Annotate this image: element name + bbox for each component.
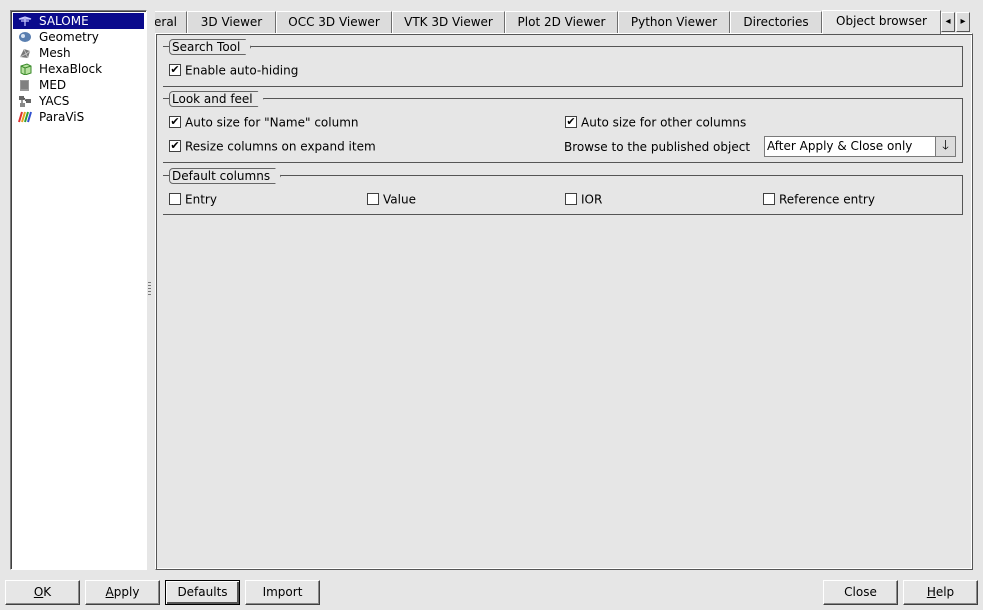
defaults-button[interactable]: Defaults xyxy=(165,580,240,605)
checkbox-box xyxy=(169,192,181,205)
auto-size-name-checkbox[interactable]: ✔ Auto size for "Name" column xyxy=(169,114,359,130)
tab-object-browser[interactable]: Object browser xyxy=(822,10,941,34)
module-item-geometry[interactable]: Geometry xyxy=(13,29,144,45)
salome-icon xyxy=(18,16,32,26)
mesh-icon xyxy=(19,48,31,59)
tab-plot-2d-viewer[interactable]: Plot 2D Viewer xyxy=(505,11,618,34)
group-title: Look and feel xyxy=(169,91,264,107)
geometry-icon xyxy=(19,32,31,42)
module-item-salome[interactable]: SALOME xyxy=(13,13,144,29)
tab-3d-viewer[interactable]: 3D Viewer xyxy=(187,11,276,34)
tab-occ-3d-viewer[interactable]: OCC 3D Viewer xyxy=(276,11,392,34)
close-button[interactable]: Close xyxy=(823,580,898,605)
checkbox-box: ✔ xyxy=(565,114,577,128)
group-title: Default columns xyxy=(169,168,281,184)
checkbox-box xyxy=(367,192,379,205)
enable-auto-hiding-checkbox[interactable]: ✔ Enable auto-hiding xyxy=(169,62,298,78)
tab-python-viewer[interactable]: Python Viewer xyxy=(618,11,730,34)
module-list[interactable]: SALOME Geometry Mesh HexaBlock MED YACS … xyxy=(10,10,147,570)
tab-general[interactable]: eral xyxy=(155,11,187,34)
module-label: YACS xyxy=(39,94,70,108)
module-item-mesh[interactable]: Mesh xyxy=(13,45,144,61)
tab-bar: eral 3D Viewer OCC 3D Viewer VTK 3D View… xyxy=(155,10,941,34)
checkbox-box xyxy=(763,192,775,205)
group-default-columns: Default columns Entry Value IOR Referenc… xyxy=(163,175,963,215)
ior-checkbox[interactable]: IOR xyxy=(565,191,602,207)
module-item-yacs[interactable]: YACS xyxy=(13,93,144,109)
module-label: SALOME xyxy=(39,14,89,28)
tab-vtk-3d-viewer[interactable]: VTK 3D Viewer xyxy=(392,11,505,34)
arrow-down-icon[interactable]: 🡓 xyxy=(935,137,955,156)
select-value: After Apply & Close only xyxy=(767,139,913,153)
checkbox-box: ✔ xyxy=(169,114,181,128)
reference-entry-checkbox[interactable]: Reference entry xyxy=(763,191,875,207)
checkbox-box xyxy=(565,192,577,205)
checkbox-box: ✔ xyxy=(169,62,181,76)
paravis-icon xyxy=(18,111,32,123)
module-item-med[interactable]: MED xyxy=(13,77,144,93)
tab-directories[interactable]: Directories xyxy=(730,11,822,34)
tab-scroll-right-button[interactable]: ▸ xyxy=(956,12,970,32)
resize-on-expand-checkbox[interactable]: ✔ Resize columns on expand item xyxy=(169,138,376,154)
group-title: Search Tool xyxy=(169,39,251,55)
browse-published-label: Browse to the published object xyxy=(564,140,751,154)
yacs-icon xyxy=(19,96,31,107)
module-item-paravis[interactable]: ParaViS xyxy=(13,109,144,125)
group-search-tool: Search Tool ✔ Enable auto-hiding xyxy=(163,46,963,87)
module-label: MED xyxy=(39,78,67,92)
module-label: Mesh xyxy=(39,46,71,60)
entry-checkbox[interactable]: Entry xyxy=(169,191,217,207)
apply-button[interactable]: Apply xyxy=(85,580,160,605)
checkbox-box: ✔ xyxy=(169,138,181,152)
hexablock-icon xyxy=(20,63,32,75)
arrow-left-icon: ◂ xyxy=(945,16,951,27)
module-label: ParaViS xyxy=(39,110,85,124)
arrow-right-icon: ▸ xyxy=(960,16,966,27)
module-label: Geometry xyxy=(39,30,99,44)
browse-published-select[interactable]: After Apply & Close only 🡓 xyxy=(764,136,956,157)
value-checkbox[interactable]: Value xyxy=(367,191,416,207)
splitter-handle[interactable] xyxy=(148,282,151,296)
ok-button[interactable]: OK xyxy=(5,580,80,605)
help-button[interactable]: Help xyxy=(903,580,978,605)
module-label: HexaBlock xyxy=(39,62,103,76)
import-button[interactable]: Import xyxy=(245,580,320,605)
med-icon xyxy=(20,80,29,91)
auto-size-other-checkbox[interactable]: ✔ Auto size for other columns xyxy=(565,114,746,130)
tab-scroll-left-button[interactable]: ◂ xyxy=(941,12,955,32)
module-item-hexablock[interactable]: HexaBlock xyxy=(13,61,144,77)
